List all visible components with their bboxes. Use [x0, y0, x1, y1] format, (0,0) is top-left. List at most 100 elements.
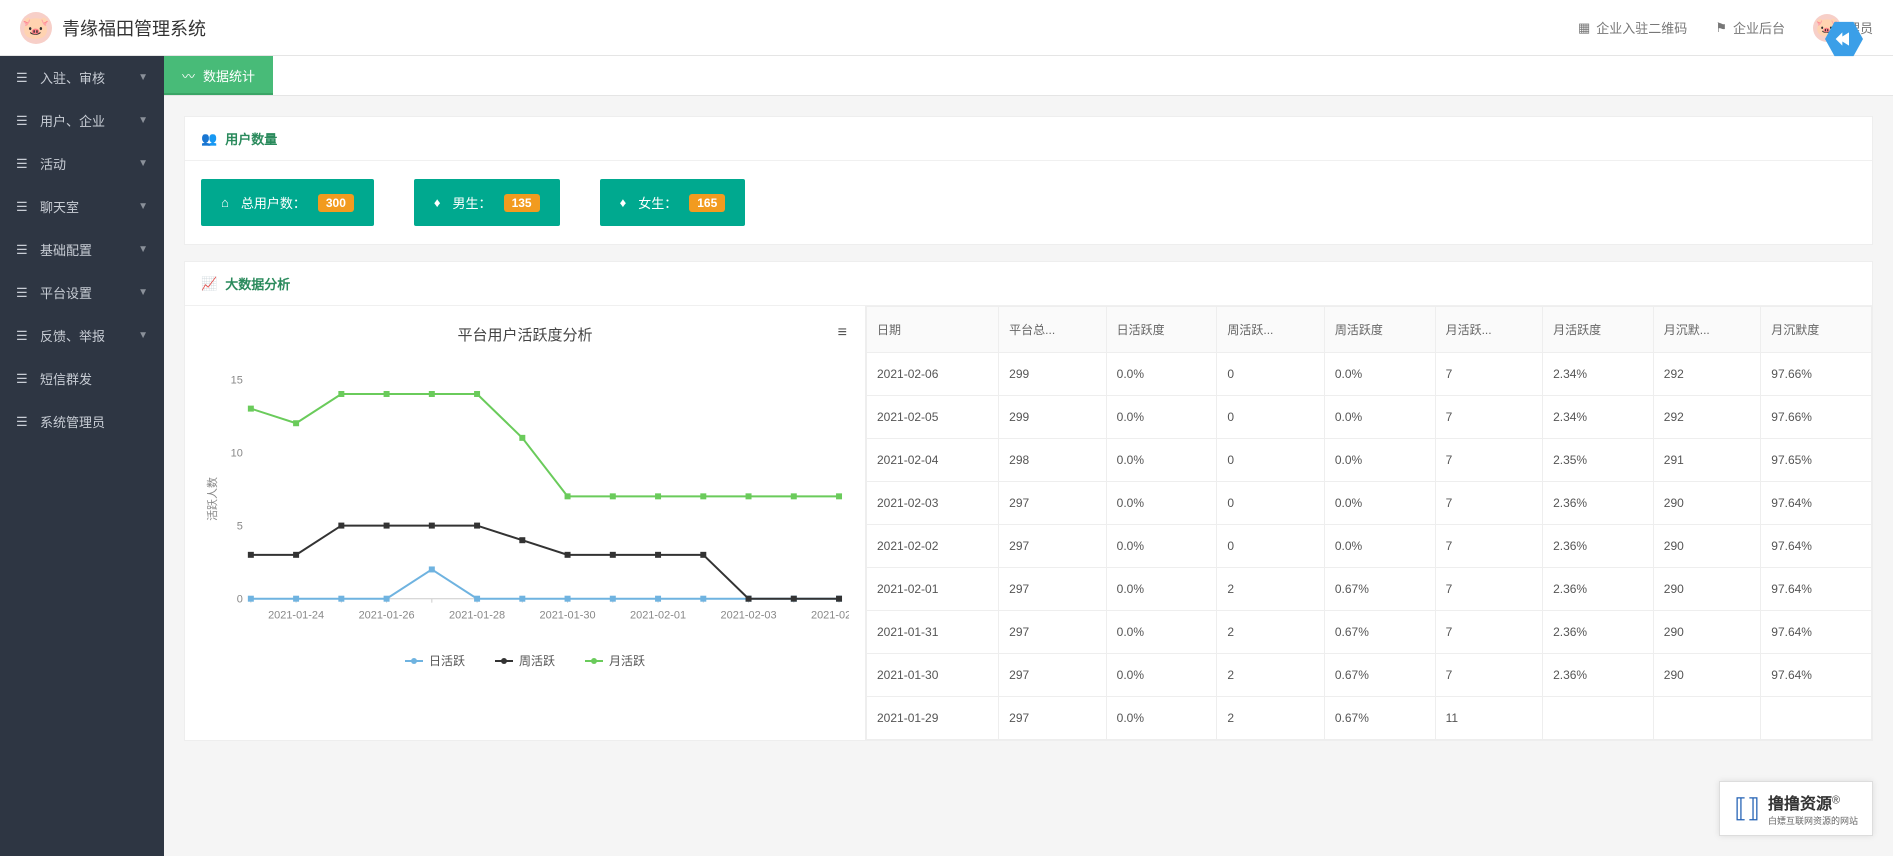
svg-text:活跃人数: 活跃人数	[205, 477, 219, 521]
sidebar-label: 活动	[40, 154, 66, 173]
table-cell: 7	[1435, 525, 1543, 568]
table-cell: 97.64%	[1761, 654, 1872, 697]
sidebar-item-6[interactable]: ☰反馈、举报▼	[0, 314, 164, 357]
legend-item-1[interactable]: 周活跃	[495, 652, 555, 669]
table-cell: 0.0%	[1106, 353, 1217, 396]
table-header[interactable]: 月沉默度	[1761, 307, 1872, 353]
stat-label: 女生：	[638, 193, 677, 212]
list-icon: ☰	[16, 286, 28, 299]
table-header[interactable]: 平台总...	[999, 307, 1107, 353]
sidebar: ☰入驻、审核▼☰用户、企业▼☰活动▼☰聊天室▼☰基础配置▼☰平台设置▼☰反馈、举…	[0, 56, 164, 856]
stat-badge: 165	[689, 194, 725, 212]
stat-label: 总用户数：	[241, 193, 306, 212]
svg-text:15: 15	[231, 374, 243, 386]
analysis-label: 大数据分析	[225, 274, 290, 293]
table-cell: 7	[1435, 568, 1543, 611]
table-cell: 7	[1435, 611, 1543, 654]
backend-label: 企业后台	[1733, 18, 1785, 37]
watermark[interactable]: ⟦⟧ 撸撸资源® 白嫖互联网资源的网站	[1719, 781, 1873, 836]
table-header[interactable]: 周活跃...	[1217, 307, 1325, 353]
qr-link[interactable]: ▦ 企业入驻二维码	[1578, 18, 1687, 37]
table-cell: 2.34%	[1543, 353, 1654, 396]
table-cell: 2021-02-05	[867, 396, 999, 439]
caret-down-icon: ▼	[138, 72, 148, 83]
table-cell: 292	[1653, 353, 1761, 396]
tab-bar: 〰 数据统计	[164, 56, 1893, 96]
svg-text:2021-01-24: 2021-01-24	[268, 610, 324, 622]
table-row: 2021-02-022970.0%00.0%72.36%29097.64%	[867, 525, 1872, 568]
tab-data-stats[interactable]: 〰 数据统计	[164, 56, 273, 95]
tab-label: 数据统计	[203, 66, 255, 85]
sidebar-label: 平台设置	[40, 283, 92, 302]
app-title: 青缘福田管理系统	[62, 15, 206, 41]
svg-text:2021-02-05: 2021-02-05	[811, 610, 849, 622]
sidebar-item-8[interactable]: ☰ 系统管理员	[0, 400, 164, 443]
table-cell: 7	[1435, 439, 1543, 482]
caret-down-icon: ▼	[138, 330, 148, 341]
legend-item-2[interactable]: 月活跃	[585, 652, 645, 669]
table-cell: 0.0%	[1106, 568, 1217, 611]
legend-item-0[interactable]: 日活跃	[405, 652, 465, 669]
svg-text:2021-01-30: 2021-01-30	[540, 610, 596, 622]
table-header[interactable]: 月活跃度	[1543, 307, 1654, 353]
table-cell: 0.0%	[1106, 611, 1217, 654]
table-cell: 0.0%	[1324, 482, 1435, 525]
table-cell: 0.0%	[1106, 482, 1217, 525]
table-cell: 2.36%	[1543, 482, 1654, 525]
list-icon: ☰	[16, 415, 28, 428]
sidebar-item-2[interactable]: ☰活动▼	[0, 142, 164, 185]
table-row: 2021-01-292970.0%20.67%11	[867, 697, 1872, 740]
sidebar-item-5[interactable]: ☰平台设置▼	[0, 271, 164, 314]
table-header[interactable]: 月沉默...	[1653, 307, 1761, 353]
table-cell: 11	[1435, 697, 1543, 740]
svg-text:0: 0	[237, 594, 243, 606]
pulse-icon: 〰	[182, 66, 195, 85]
table-header[interactable]: 日活跃度	[1106, 307, 1217, 353]
table-cell: 290	[1653, 568, 1761, 611]
sidebar-label: 系统管理员	[40, 412, 105, 431]
sidebar-label: 基础配置	[40, 240, 92, 259]
table-cell: 0.0%	[1106, 654, 1217, 697]
watermark-logo-icon: ⟦⟧	[1734, 793, 1760, 824]
table-cell: 290	[1653, 525, 1761, 568]
stat-badge: 135	[504, 194, 540, 212]
table-cell: 0.0%	[1324, 525, 1435, 568]
stat-icon: ♦	[620, 195, 627, 210]
table-cell: 2.36%	[1543, 525, 1654, 568]
chart-title: 平台用户活跃度分析	[201, 324, 849, 345]
table-cell: 0	[1217, 482, 1325, 525]
watermark-reg: ®	[1832, 795, 1840, 807]
table-cell: 0.0%	[1106, 697, 1217, 740]
sidebar-item-4[interactable]: ☰基础配置▼	[0, 228, 164, 271]
chart-icon: 📈	[201, 276, 217, 292]
chart-column: ≡ 平台用户活跃度分析 0510152021-01-242021-01-2620…	[185, 306, 865, 740]
sidebar-item-7[interactable]: ☰短信群发	[0, 357, 164, 400]
caret-down-icon: ▼	[138, 244, 148, 255]
sidebar-item-1[interactable]: ☰用户、企业▼	[0, 99, 164, 142]
table-cell: 0.67%	[1324, 611, 1435, 654]
sidebar-item-3[interactable]: ☰聊天室▼	[0, 185, 164, 228]
caret-down-icon: ▼	[138, 201, 148, 212]
watermark-brand: 撸撸资源	[1768, 796, 1832, 813]
table-cell: 2021-01-30	[867, 654, 999, 697]
table-header[interactable]: 日期	[867, 307, 999, 353]
backend-link[interactable]: ⚑ 企业后台	[1715, 18, 1785, 37]
stat-row: ⌂总用户数：300♦男生：135♦女生：165	[185, 161, 1872, 244]
table-cell: 0.0%	[1106, 396, 1217, 439]
table-cell: 2021-02-03	[867, 482, 999, 525]
table-cell: 97.64%	[1761, 482, 1872, 525]
table-header[interactable]: 周活跃度	[1324, 307, 1435, 353]
stat-badge: 300	[318, 194, 354, 212]
table-cell: 2.34%	[1543, 396, 1654, 439]
table-header[interactable]: 月活跃...	[1435, 307, 1543, 353]
table-row: 2021-02-032970.0%00.0%72.36%29097.64%	[867, 482, 1872, 525]
svg-text:2021-01-26: 2021-01-26	[359, 610, 415, 622]
sidebar-label: 用户、企业	[40, 111, 105, 130]
users-icon: 👥	[201, 131, 217, 147]
sidebar-label: 短信群发	[40, 369, 92, 388]
chart-menu-icon[interactable]: ≡	[838, 324, 847, 342]
table-cell: 2021-02-02	[867, 525, 999, 568]
table-cell: 0.67%	[1324, 697, 1435, 740]
list-icon: ☰	[16, 71, 28, 84]
sidebar-item-0[interactable]: ☰入驻、审核▼	[0, 56, 164, 99]
